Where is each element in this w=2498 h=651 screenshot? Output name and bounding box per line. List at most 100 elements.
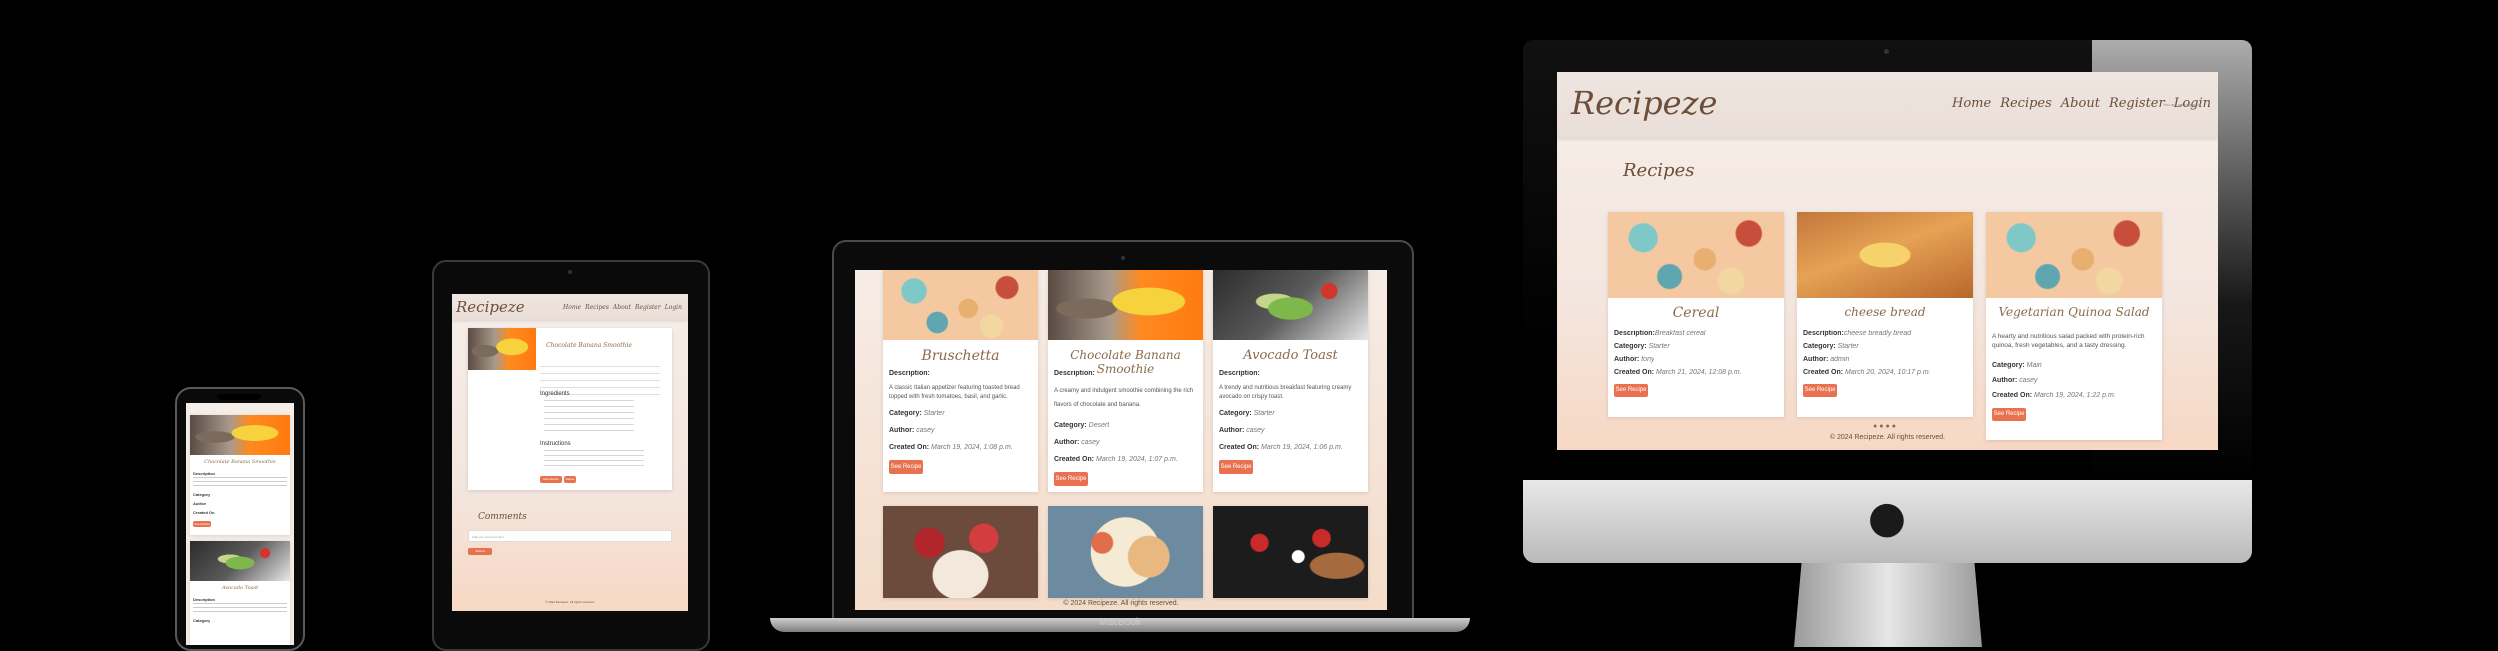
delete-button[interactable]: Delete [564, 476, 576, 483]
recipe-created: Created On: March 20, 2024, 10:17 p.m. [1803, 369, 1931, 376]
recipe-title: Cereal [1672, 305, 1720, 321]
recipe-image [1797, 212, 1973, 298]
recipe-card-image[interactable] [1213, 506, 1368, 598]
nav-login[interactable]: Login [665, 304, 682, 311]
submit-comment-button[interactable]: Submit [468, 548, 492, 555]
see-recipe-button[interactable]: See Recipe [1614, 384, 1648, 397]
ipad-camera [568, 270, 572, 274]
nav-links: Home Recipes About Register Login [563, 304, 682, 311]
recipe-title: cheese bread [1844, 305, 1926, 319]
recipe-description: A trendy and nutritious breakfast featur… [1219, 385, 1352, 400]
see-recipe-button[interactable]: See Recipe [1054, 472, 1088, 486]
recipe-category: Category: Starter [1219, 410, 1275, 417]
recipe-description: A classic Italian appetizer featuring to… [889, 385, 1020, 400]
recipe-created: Created On: March 19, 2024, 1:06 p.m. [1219, 444, 1343, 451]
recipe-category: Category: Desert [1054, 422, 1110, 429]
nav-recipes[interactable]: Recipes [2000, 96, 2052, 111]
recipe-author: Author: casey [1219, 427, 1265, 434]
recipe-card: Vegetarian Quinoa Salad A hearty and nut… [1986, 212, 2162, 440]
recipe-created-label: Created On [193, 510, 215, 515]
recipe-description: Description:Breakfast cereal [1614, 330, 1706, 337]
imac-stand [1794, 563, 1982, 647]
brand-logo[interactable]: Recipeze [1571, 84, 1717, 122]
see-recipe-button[interactable]: See Recipe [1803, 384, 1837, 397]
ipad: Recipeze Home Recipes About Register Log… [432, 260, 710, 651]
macbook-camera [1121, 256, 1125, 260]
instructions-list [544, 450, 644, 470]
edit-recipe-button[interactable]: Edit Recipe [540, 476, 562, 483]
description-lines [193, 477, 287, 487]
page-title: Recipes [1623, 160, 1695, 181]
imac-navbar: Recipeze Home Recipes About Register Log… [1557, 72, 2218, 138]
nav-recipes[interactable]: Recipes [585, 304, 609, 311]
recipe-card-image[interactable] [883, 506, 1038, 598]
nav-about[interactable]: About [613, 304, 631, 311]
recipe-description: A hearty and nutritious salad packed wit… [1992, 333, 2145, 349]
recipe-description-label: Description: [1054, 370, 1095, 377]
recipe-card-image[interactable] [1048, 506, 1203, 598]
recipe-description: A creamy and indulgent smoothie combinin… [1054, 388, 1194, 408]
recipe-author: Author: casey [1054, 439, 1100, 446]
recipe-title: Chocolate Banana Smoothie [204, 459, 276, 465]
site-footer: © 2024 Recipeze. All rights reserved. [1829, 434, 1946, 441]
see-recipe-button[interactable]: See Recipe [193, 521, 211, 527]
recipe-card: Chocolate Banana Smoothie Description Ca… [190, 415, 290, 535]
recipe-image [1986, 212, 2162, 298]
macbook: MacBook Bruschetta Description: A classi… [770, 240, 1470, 647]
recipe-author: Author: casey [1992, 377, 2038, 384]
imac: ● Recipeze Home Recipes About Register L… [1523, 40, 2252, 647]
comment-input[interactable]: Add your comment here... [468, 530, 672, 542]
description-lines [193, 603, 287, 613]
see-recipe-button[interactable]: See Recipe [889, 460, 923, 474]
imac-website: Recipeze Home Recipes About Register Log… [1557, 72, 2218, 450]
recipe-category-label: Category [193, 618, 211, 623]
instructions-heading: Instructions [540, 441, 571, 447]
macbook-website: Bruschetta Description: A classic Italia… [855, 270, 1387, 610]
nav-register[interactable]: Register [2109, 96, 2165, 111]
recipe-image [1608, 212, 1784, 298]
recipe-card: Avocado Toast Description: A trendy and … [1213, 270, 1368, 492]
ipad-navbar: Recipeze Home Recipes About Register Log… [452, 294, 688, 320]
recipe-author: Author: admin [1803, 356, 1850, 363]
recipe-description-label: Description [193, 597, 216, 602]
login-status: You are not logged in [2163, 102, 2201, 107]
nav-about[interactable]: About [2061, 96, 2100, 111]
macbook-label: MacBook [1099, 617, 1141, 628]
brand-logo[interactable]: Recipeze [456, 298, 525, 316]
recipe-image [1213, 270, 1368, 340]
recipe-card: Chocolate Banana Smoothie Description: A… [1048, 270, 1203, 492]
recipe-image [190, 415, 290, 455]
recipe-created: Created On: March 19, 2024, 1:08 p.m. [889, 444, 1013, 451]
nav-home[interactable]: Home [1952, 96, 1991, 111]
recipe-category: Category: Starter [1803, 343, 1859, 350]
pinterest-icon[interactable]: ● [1892, 423, 1898, 430]
site-footer: © 2024 Recipeze. All rights reserved. [1063, 600, 1179, 607]
recipe-author: Author: tony [1614, 356, 1655, 363]
social-icons: ●●●● [1873, 423, 1898, 430]
recipe-category-label: Category [193, 492, 211, 497]
recipe-card: Cereal Description:Breakfast cereal Cate… [1608, 212, 1784, 417]
nav-register[interactable]: Register [635, 304, 661, 311]
see-recipe-button[interactable]: See Recipe [1992, 408, 2026, 421]
recipe-description-label: Description: [889, 370, 930, 377]
recipe-description-label: Description [193, 471, 216, 476]
site-footer: © 2024 Recipeze. All rights reserved. [545, 600, 595, 604]
recipe-description-label: Description: [1219, 370, 1260, 377]
recipe-title: Avocado Toast [221, 585, 259, 591]
recipe-title: Bruschetta [921, 348, 1000, 364]
iphone-website: Chocolate Banana Smoothie Description Ca… [186, 403, 294, 645]
recipe-category: Category: Starter [1614, 343, 1670, 350]
recipe-image [190, 541, 290, 581]
recipe-description: Description:cheese breadly bread [1803, 330, 1912, 337]
recipe-card: cheese bread Description:cheese breadly … [1797, 212, 1973, 417]
ingredients-list [544, 400, 634, 435]
recipe-created: Created On: March 21, 2024, 12:08 p.m. [1614, 369, 1742, 376]
recipe-title: Vegetarian Quinoa Salad [1998, 305, 2150, 319]
nav-home[interactable]: Home [563, 304, 581, 311]
see-recipe-button[interactable]: See Recipe [1219, 460, 1253, 474]
recipe-card: Avocado Toast Description Category [190, 541, 290, 645]
recipe-image [468, 328, 536, 370]
iphone: Chocolate Banana Smoothie Description Ca… [175, 387, 305, 651]
apple-logo-icon: ● [1867, 492, 1907, 543]
recipe-image [1048, 270, 1203, 340]
